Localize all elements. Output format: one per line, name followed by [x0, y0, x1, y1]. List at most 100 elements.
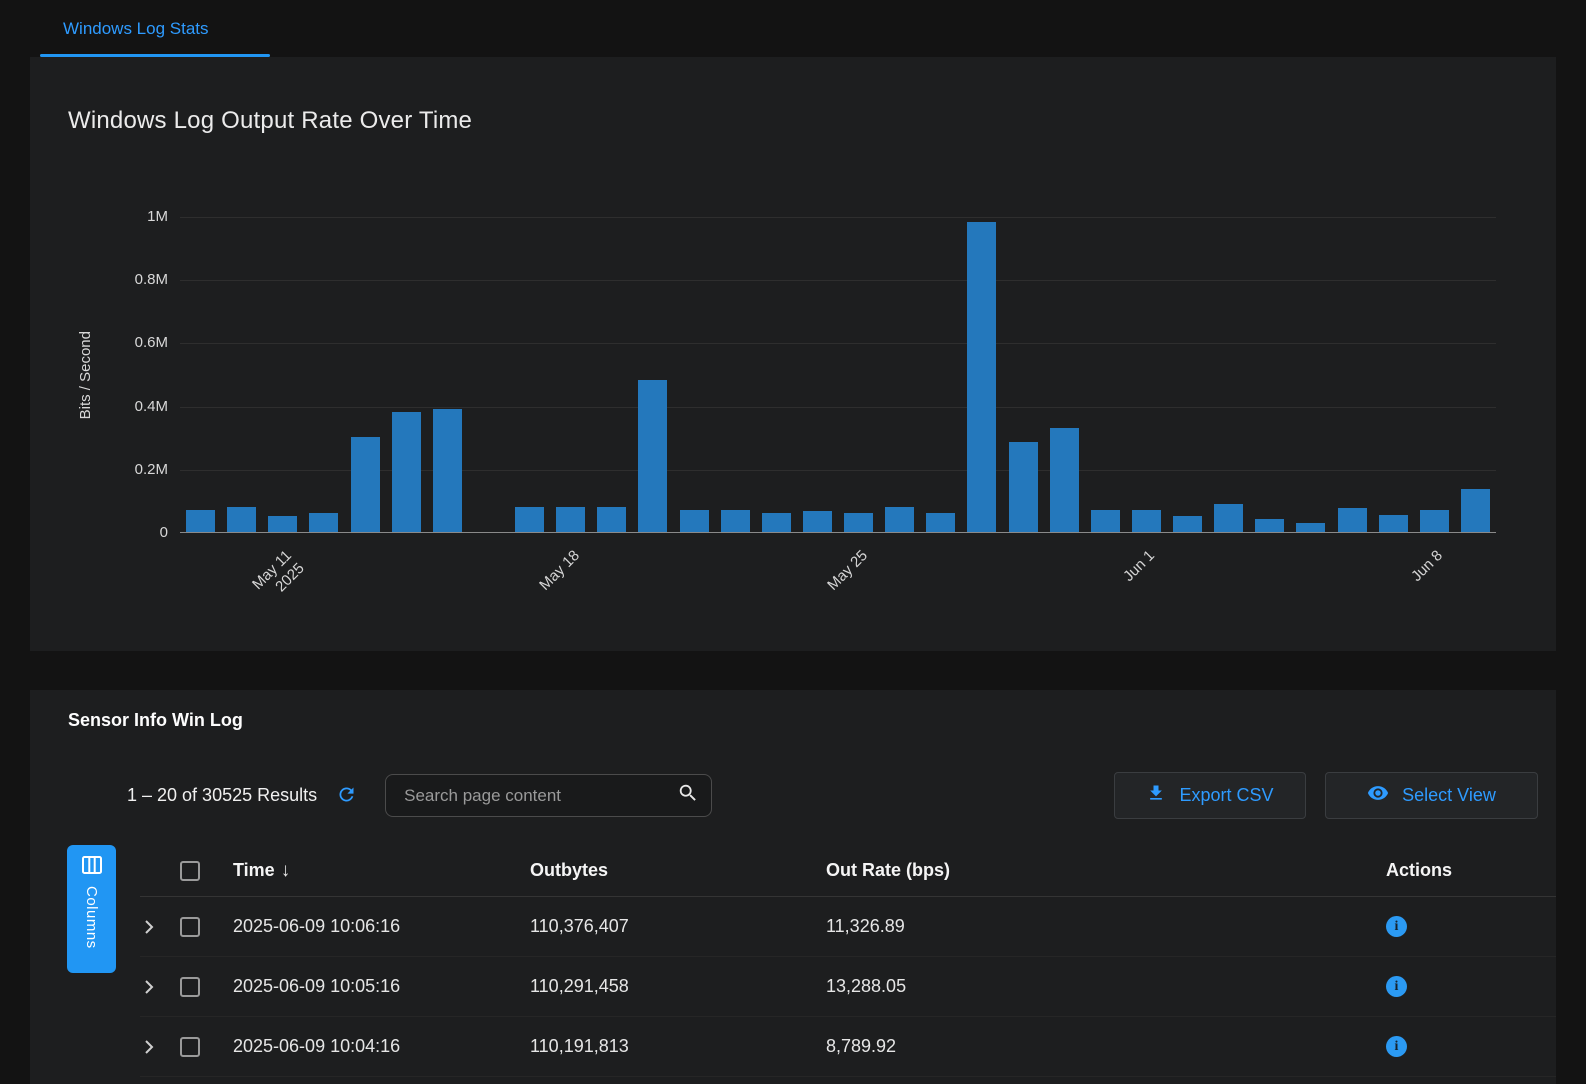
table-row: 2025-06-09 10:06:16110,376,40711,326.89 i: [140, 897, 1556, 957]
cell-out-rate: 11,326.89: [826, 916, 1360, 937]
download-icon: [1146, 783, 1166, 808]
gridline: [180, 407, 1496, 408]
tab-bar: Windows Log Stats: [0, 0, 1586, 57]
y-tick-label: 0.4M: [110, 398, 168, 415]
column-header-actions: Actions: [1360, 860, 1556, 881]
y-tick-label: 0.8M: [110, 271, 168, 288]
row-info-icon[interactable]: i: [1386, 1036, 1407, 1057]
columns-button[interactable]: Columns: [67, 845, 116, 973]
sort-desc-icon: ↓: [281, 860, 291, 882]
bar-chart-plot-area: 00.2M0.4M0.6M0.8M1MMay 112025May 18May 2…: [180, 217, 1496, 533]
y-tick-label: 0: [110, 524, 168, 541]
results-count: 1 – 20 of 30525 Results: [127, 785, 317, 806]
cell-out-rate: 8,789.92: [826, 1036, 1360, 1057]
table-body: 2025-06-09 10:06:16110,376,40711,326.89 i…: [140, 897, 1556, 1077]
select-view-label: Select View: [1402, 785, 1496, 806]
table-panel: Sensor Info Win Log 1 – 20 of 30525 Resu…: [30, 690, 1556, 1084]
columns-button-label: Columns: [83, 886, 100, 949]
refresh-icon: [336, 784, 357, 808]
table-header-row: Time ↓ Outbytes Out Rate (bps) Actions: [140, 845, 1556, 897]
x-tick-label: May 25: [781, 547, 872, 638]
gridline: [180, 217, 1496, 218]
row-checkbox[interactable]: [180, 1037, 200, 1057]
bar: [1173, 516, 1202, 532]
bar: [268, 516, 297, 532]
table-controls: 1 – 20 of 30525 Results Export CSV Selec…: [127, 772, 1538, 819]
y-tick-label: 0.2M: [110, 461, 168, 478]
section-title: Sensor Info Win Log: [68, 710, 243, 731]
x-tick-label: May 18: [493, 547, 584, 638]
eye-icon: [1367, 782, 1389, 809]
expand-row-chevron-icon[interactable]: [140, 977, 158, 997]
y-tick-label: 0.6M: [110, 334, 168, 351]
bar: [844, 513, 873, 532]
bar: [1214, 504, 1243, 532]
bar: [803, 511, 832, 532]
bar: [351, 437, 380, 532]
bar: [1338, 508, 1367, 532]
column-header-out-rate[interactable]: Out Rate (bps): [826, 860, 1360, 881]
bar: [1420, 510, 1449, 532]
row-checkbox[interactable]: [180, 977, 200, 997]
row-checkbox[interactable]: [180, 917, 200, 937]
cell-out-rate: 13,288.05: [826, 976, 1360, 997]
bar: [227, 507, 256, 532]
cell-outbytes: 110,376,407: [530, 916, 826, 937]
tab-label: Windows Log Stats: [63, 19, 209, 39]
table-row: 2025-06-09 10:04:16110,191,8138,789.92 i: [140, 1017, 1556, 1077]
column-header-time[interactable]: Time ↓: [233, 860, 530, 882]
gridline: [180, 280, 1496, 281]
bar: [680, 510, 709, 532]
data-table: Time ↓ Outbytes Out Rate (bps) Actions 2…: [140, 845, 1556, 1077]
bar: [638, 380, 667, 532]
gridline: [180, 343, 1496, 344]
cell-outbytes: 110,291,458: [530, 976, 826, 997]
y-tick-label: 1M: [110, 208, 168, 225]
bar: [1296, 523, 1325, 532]
bar: [186, 510, 215, 532]
bar: [721, 510, 750, 532]
refresh-button[interactable]: [336, 784, 357, 808]
tab-windows-log-stats[interactable]: Windows Log Stats: [40, 0, 270, 57]
bar: [556, 507, 585, 532]
chart-panel: Windows Log Output Rate Over Time Bits /…: [30, 57, 1556, 651]
bar: [392, 412, 421, 532]
y-axis-title: Bits / Second: [70, 217, 100, 533]
chart-title: Windows Log Output Rate Over Time: [68, 107, 472, 135]
select-view-button[interactable]: Select View: [1325, 772, 1538, 819]
search-input[interactable]: [402, 785, 677, 807]
bar: [1050, 428, 1079, 532]
export-csv-label: Export CSV: [1179, 785, 1273, 806]
bar: [926, 513, 955, 532]
column-header-outbytes[interactable]: Outbytes: [530, 860, 826, 881]
row-info-icon[interactable]: i: [1386, 916, 1407, 937]
x-tick-label: Jun 1: [1069, 547, 1160, 638]
bar: [762, 513, 791, 532]
x-tick-label: May 112025: [205, 547, 308, 650]
bar: [1379, 515, 1408, 532]
search-box: [385, 774, 712, 817]
bar: [1461, 489, 1490, 532]
bar: [597, 507, 626, 532]
table-grid-icon: [82, 856, 102, 877]
bar: [967, 222, 996, 532]
bar: [1255, 519, 1284, 532]
expand-row-chevron-icon[interactable]: [140, 1037, 158, 1057]
search-icon: [677, 782, 699, 809]
bar: [515, 507, 544, 532]
bar: [885, 507, 914, 532]
expand-row-chevron-icon[interactable]: [140, 917, 158, 937]
bar: [433, 409, 462, 532]
export-csv-button[interactable]: Export CSV: [1114, 772, 1306, 819]
row-info-icon[interactable]: i: [1386, 976, 1407, 997]
cell-time: 2025-06-09 10:04:16: [233, 1036, 530, 1057]
table-row: 2025-06-09 10:05:16110,291,45813,288.05 i: [140, 957, 1556, 1017]
cell-time: 2025-06-09 10:05:16: [233, 976, 530, 997]
bar: [1132, 510, 1161, 532]
select-all-checkbox[interactable]: [180, 861, 200, 881]
bar: [1091, 510, 1120, 532]
bar: [309, 513, 338, 532]
cell-outbytes: 110,191,813: [530, 1036, 826, 1057]
cell-time: 2025-06-09 10:06:16: [233, 916, 530, 937]
bar: [1009, 442, 1038, 532]
